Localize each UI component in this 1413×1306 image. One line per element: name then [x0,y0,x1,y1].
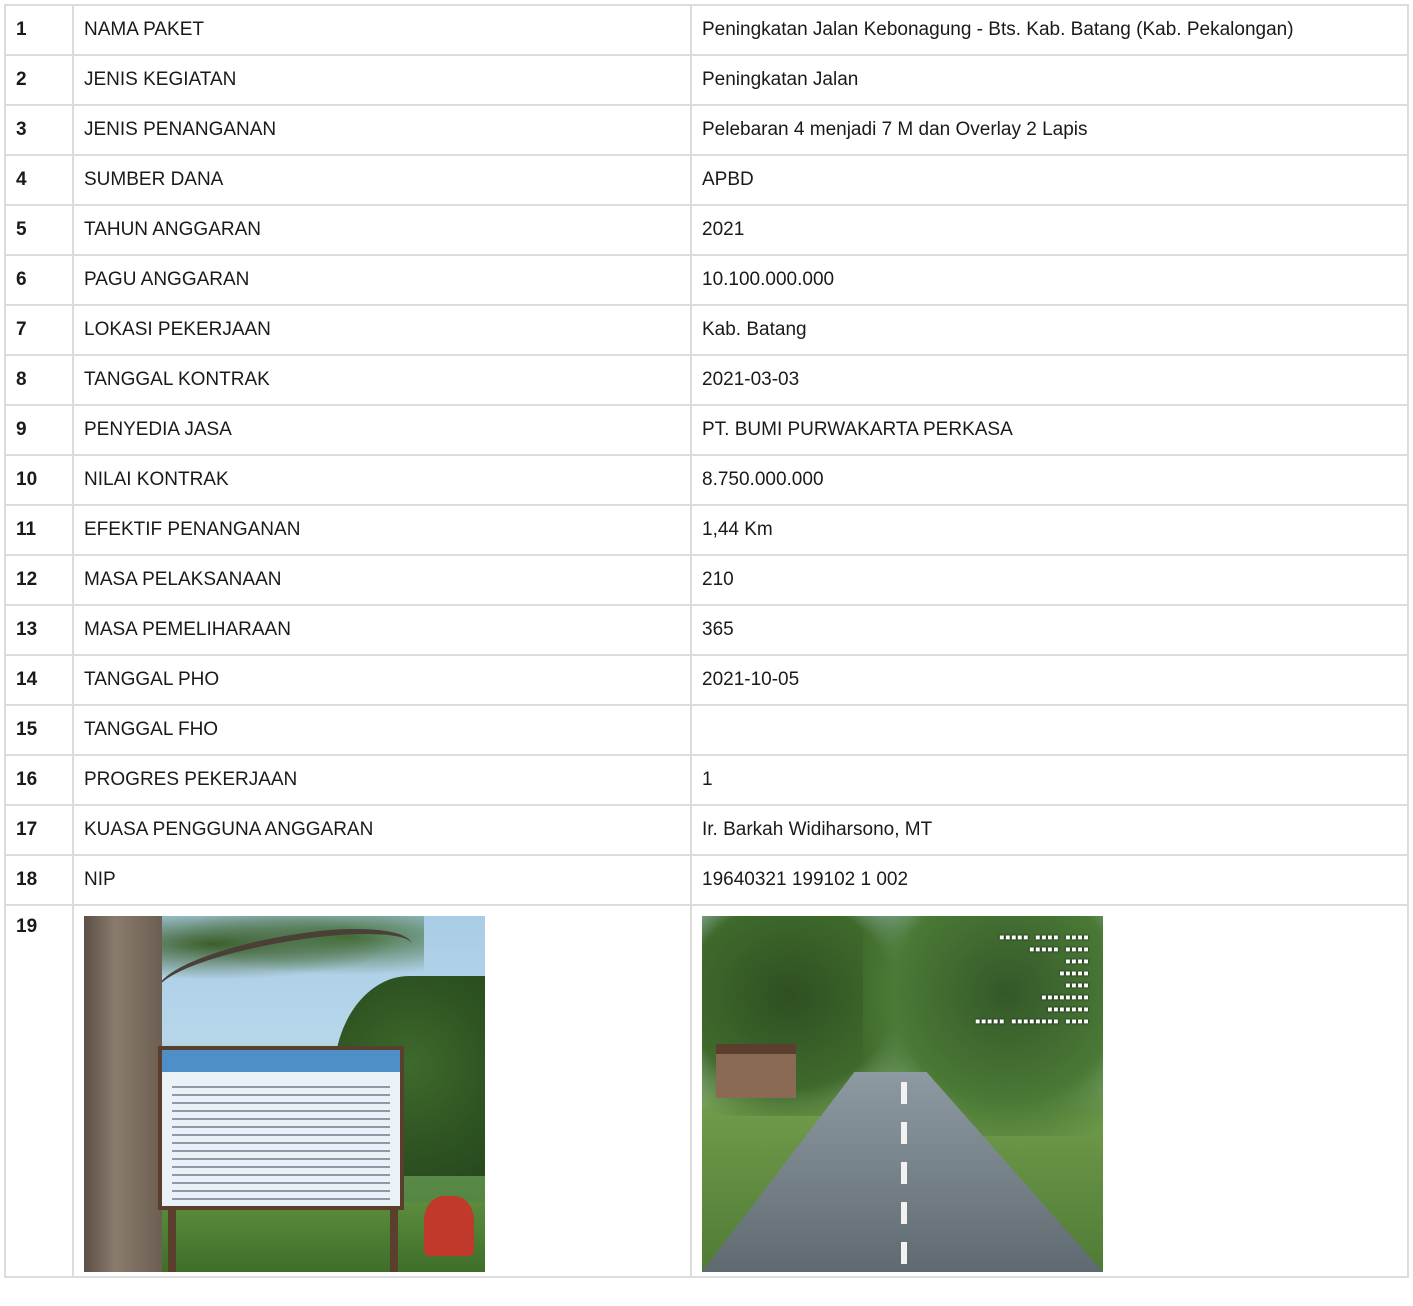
row-label: TAHUN ANGGARAN [72,204,692,256]
row-value: 2021 [690,204,1409,256]
photo-cell-left [72,904,692,1278]
row-value [690,704,1409,756]
row-number: 6 [4,254,74,306]
row-number: 13 [4,604,74,656]
table-row: 5 TAHUN ANGGARAN 2021 [4,204,1409,256]
signboard-photo[interactable] [84,916,485,1272]
row-label: SUMBER DANA [72,154,692,206]
project-signboard [158,1046,404,1210]
row-value: PT. BUMI PURWAKARTA PERKASA [690,404,1409,456]
row-label: NILAI KONTRAK [72,454,692,506]
row-value: Kab. Batang [690,304,1409,356]
table-row: 1 NAMA PAKET Peningkatan Jalan Kebonagun… [4,4,1409,56]
table-row: 17 KUASA PENGGUNA ANGGARAN Ir. Barkah Wi… [4,804,1409,856]
row-number: 16 [4,754,74,806]
table-row: 18 NIP 19640321 199102 1 002 [4,854,1409,906]
table-row: 13 MASA PEMELIHARAAN 365 [4,604,1409,656]
row-number: 9 [4,404,74,456]
row-value: Peningkatan Jalan [690,54,1409,106]
signboard-header [162,1050,400,1072]
photo-row: 19 ▪▪▪▪▪ ▪▪▪▪ ▪▪▪▪ ▪▪▪▪▪ ▪▪▪▪ ▪▪▪▪ ▪▪▪▪▪… [4,904,1409,1278]
row-value: Pelebaran 4 menjadi 7 M dan Overlay 2 La… [690,104,1409,156]
row-value: 2021-10-05 [690,654,1409,706]
row-number: 1 [4,4,74,56]
table-row: 10 NILAI KONTRAK 8.750.000.000 [4,454,1409,506]
photo-cell-right: ▪▪▪▪▪ ▪▪▪▪ ▪▪▪▪ ▪▪▪▪▪ ▪▪▪▪ ▪▪▪▪ ▪▪▪▪▪ ▪▪▪▪ ▪▪… [690,904,1409,1278]
row-label: MASA PEMELIHARAAN [72,604,692,656]
road-photo[interactable]: ▪▪▪▪▪ ▪▪▪▪ ▪▪▪▪ ▪▪▪▪▪ ▪▪▪▪ ▪▪▪▪ ▪▪▪▪▪ ▪▪▪▪ ▪▪… [702,916,1103,1272]
row-number: 19 [4,904,74,1278]
row-value: APBD [690,154,1409,206]
row-number: 15 [4,704,74,756]
table-row: 8 TANGGAL KONTRAK 2021-03-03 [4,354,1409,406]
row-label: PAGU ANGGARAN [72,254,692,306]
row-value: 365 [690,604,1409,656]
row-value: 10.100.000.000 [690,254,1409,306]
road-center-line [901,1082,907,1272]
row-value: 210 [690,554,1409,606]
row-value: 1 [690,754,1409,806]
row-label: MASA PELAKSANAAN [72,554,692,606]
row-value: Peningkatan Jalan Kebonagung - Bts. Kab.… [690,4,1409,56]
row-number: 8 [4,354,74,406]
table-row: 4 SUMBER DANA APBD [4,154,1409,206]
row-number: 4 [4,154,74,206]
row-number: 12 [4,554,74,606]
row-label: TANGGAL KONTRAK [72,354,692,406]
row-number: 18 [4,854,74,906]
table-row: 6 PAGU ANGGARAN 10.100.000.000 [4,254,1409,306]
row-label: TANGGAL FHO [72,704,692,756]
row-label: TANGGAL PHO [72,654,692,706]
row-value: 2021-03-03 [690,354,1409,406]
person [424,1196,474,1256]
row-number: 5 [4,204,74,256]
row-label: EFEKTIF PENANGANAN [72,504,692,556]
row-number: 3 [4,104,74,156]
tree-trunk [84,916,162,1272]
row-label: NIP [72,854,692,906]
table-row: 2 JENIS KEGIATAN Peningkatan Jalan [4,54,1409,106]
row-number: 7 [4,304,74,356]
row-label: JENIS KEGIATAN [72,54,692,106]
signboard-text-lines [172,1080,390,1200]
table-row: 16 PROGRES PEKERJAAN 1 [4,754,1409,806]
roadside-house [716,1044,796,1098]
signboard-post [168,1206,176,1272]
project-info-table: 1 NAMA PAKET Peningkatan Jalan Kebonagun… [4,4,1409,1278]
table-row: 9 PENYEDIA JASA PT. BUMI PURWAKARTA PERK… [4,404,1409,456]
row-number: 17 [4,804,74,856]
row-label: NAMA PAKET [72,4,692,56]
row-number: 10 [4,454,74,506]
row-label: JENIS PENANGANAN [72,104,692,156]
row-number: 2 [4,54,74,106]
row-label: LOKASI PEKERJAAN [72,304,692,356]
table-row: 3 JENIS PENANGANAN Pelebaran 4 menjadi 7… [4,104,1409,156]
table-row: 11 EFEKTIF PENANGANAN 1,44 Km [4,504,1409,556]
table-row: 14 TANGGAL PHO 2021-10-05 [4,654,1409,706]
row-number: 14 [4,654,74,706]
row-label: PROGRES PEKERJAAN [72,754,692,806]
table-row: 15 TANGGAL FHO [4,704,1409,756]
photo-geotag-stamp: ▪▪▪▪▪ ▪▪▪▪ ▪▪▪▪ ▪▪▪▪▪ ▪▪▪▪ ▪▪▪▪ ▪▪▪▪▪ ▪▪▪▪ ▪▪… [974,932,1089,1027]
project-info-body: 1 NAMA PAKET Peningkatan Jalan Kebonagun… [4,4,1409,1278]
table-row: 12 MASA PELAKSANAAN 210 [4,554,1409,606]
signboard-post [390,1206,398,1272]
row-value: 8.750.000.000 [690,454,1409,506]
row-label: KUASA PENGGUNA ANGGARAN [72,804,692,856]
table-row: 7 LOKASI PEKERJAAN Kab. Batang [4,304,1409,356]
row-value: Ir. Barkah Widiharsono, MT [690,804,1409,856]
row-value: 1,44 Km [690,504,1409,556]
row-number: 11 [4,504,74,556]
row-value: 19640321 199102 1 002 [690,854,1409,906]
row-label: PENYEDIA JASA [72,404,692,456]
